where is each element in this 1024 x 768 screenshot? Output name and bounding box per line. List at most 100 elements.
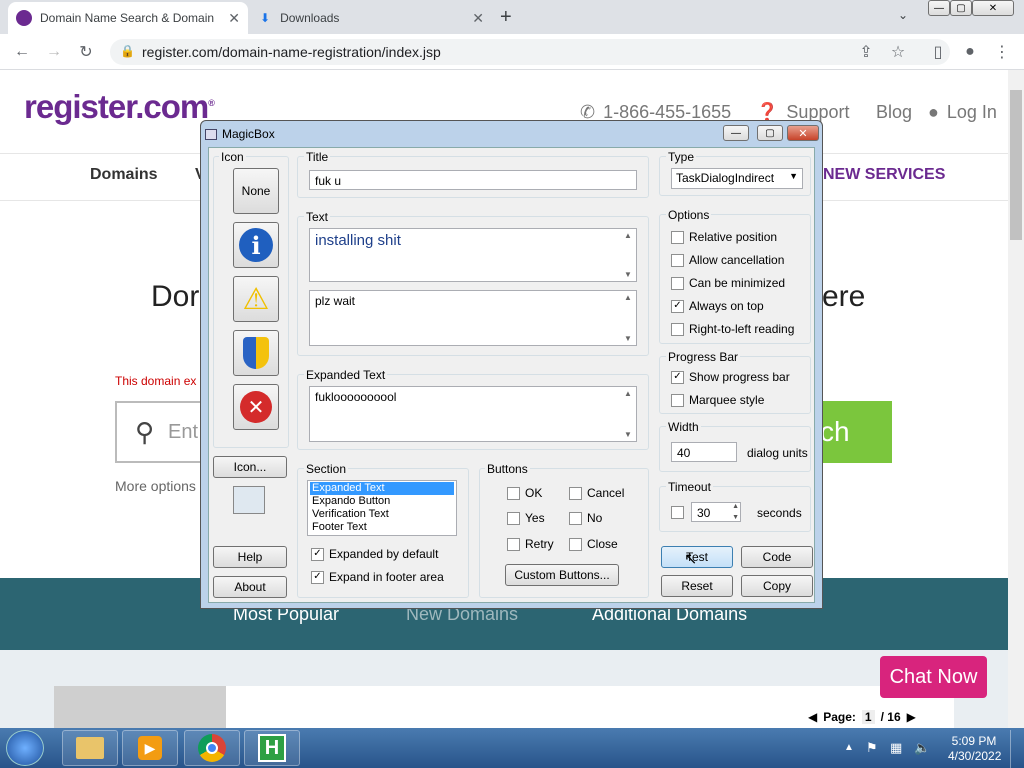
can-minimize-checkbox[interactable]: Can be minimized <box>671 276 785 290</box>
clock[interactable]: 5:09 PM 4/30/2022 <box>948 734 1001 764</box>
start-button[interactable] <box>6 730 44 766</box>
dialog-titlebar[interactable]: MagicBox <box>205 124 275 144</box>
expand-footer-checkbox[interactable]: ✓ Expand in footer area <box>311 570 444 584</box>
new-tab-button[interactable]: + <box>500 6 512 29</box>
explorer-icon[interactable] <box>62 730 118 766</box>
chrome-icon[interactable] <box>184 730 240 766</box>
scroll-up-icon[interactable]: ▲ <box>622 293 634 302</box>
reset-button[interactable]: Reset <box>661 575 733 597</box>
rtl-reading-checkbox[interactable]: Right-to-left reading <box>671 322 794 336</box>
no-checkbox[interactable]: No <box>569 511 602 525</box>
relative-position-checkbox[interactable]: Relative position <box>671 230 777 244</box>
title-field[interactable]: fuk u <box>309 170 637 190</box>
section-item-selected[interactable]: Expanded Text <box>310 482 454 495</box>
tab-downloads[interactable]: ⬇ Downloads ✕ <box>252 2 492 34</box>
more-options-link[interactable]: More options <box>115 478 196 494</box>
network-icon[interactable]: ▦ <box>890 740 902 756</box>
warning-icon[interactable]: ⚠ <box>233 276 279 322</box>
back-icon[interactable]: ← <box>10 40 34 64</box>
media-player-icon[interactable]: ▶ <box>122 730 178 766</box>
share-icon[interactable]: ⇪ <box>854 40 878 64</box>
blog-link[interactable]: Blog <box>876 102 912 123</box>
scroll-up-icon[interactable]: ▲ <box>622 231 634 240</box>
forward-icon[interactable]: → <box>42 40 66 64</box>
minimize-button[interactable]: — <box>928 0 950 16</box>
checkbox-label: Relative position <box>689 230 778 244</box>
page-scrollbar-thumb[interactable] <box>1010 90 1022 240</box>
tray-expand-icon[interactable]: ▲ <box>844 742 854 753</box>
address-bar[interactable]: 🔒 register.com/domain-name-registration/… <box>110 39 950 65</box>
tab-register[interactable]: Domain Name Search & Domain ✕ <box>8 2 248 34</box>
search-input[interactable]: ⚲ Ent <box>115 401 205 463</box>
code-button[interactable]: Code <box>741 546 813 568</box>
search-button[interactable]: ch <box>818 401 892 463</box>
show-desktop-button[interactable] <box>1010 730 1024 768</box>
scroll-down-icon[interactable]: ▼ <box>622 430 634 439</box>
side-panel-icon[interactable]: ▯ <box>926 40 950 64</box>
spin-up-icon[interactable]: ▲ <box>732 503 739 510</box>
tab-search-icon[interactable]: ⌄ <box>898 8 908 22</box>
next-page-icon[interactable]: ▶ <box>907 710 916 724</box>
tray-flag-icon[interactable]: ⚑ <box>866 740 878 756</box>
section-item[interactable]: Footer Text <box>310 521 454 534</box>
shield-icon[interactable] <box>233 330 279 376</box>
scroll-down-icon[interactable]: ▼ <box>622 270 634 279</box>
main-instruction-field[interactable]: installing shit ▲ ▼ <box>309 228 637 282</box>
close-button[interactable]: ✕ <box>972 0 1014 16</box>
ok-checkbox[interactable]: OK <box>507 486 542 500</box>
marquee-checkbox[interactable]: Marquee style <box>671 393 764 407</box>
yes-checkbox[interactable]: Yes <box>507 511 545 525</box>
bookmark-star-icon[interactable]: ☆ <box>886 40 910 64</box>
maximize-button[interactable]: ▢ <box>950 0 972 16</box>
cancel-checkbox[interactable]: Cancel <box>569 486 624 500</box>
pager-current[interactable]: 1 <box>861 710 875 724</box>
retry-checkbox[interactable]: Retry <box>507 537 554 551</box>
timeout-checkbox[interactable] <box>671 506 684 519</box>
nav-new-services[interactable]: NEW SERVICES <box>823 166 945 184</box>
timeout-unit-label: seconds <box>757 506 802 520</box>
show-progress-checkbox[interactable]: ✓ Show progress bar <box>671 370 790 384</box>
reload-icon[interactable]: ↻ <box>74 40 98 64</box>
help-button[interactable]: Help <box>213 546 287 568</box>
profile-icon[interactable]: ● <box>958 40 982 64</box>
scroll-down-icon[interactable]: ▼ <box>622 334 634 343</box>
copy-button[interactable]: Copy <box>741 575 813 597</box>
icon-none-button[interactable]: None <box>233 168 279 214</box>
scroll-up-icon[interactable]: ▲ <box>622 389 634 398</box>
chat-now-button[interactable]: Chat Now <box>880 656 987 698</box>
magicbox-app-icon[interactable]: H <box>244 730 300 766</box>
info-icon[interactable]: i <box>233 222 279 268</box>
tab-close-icon[interactable]: ✕ <box>472 10 484 27</box>
checkbox-label: No <box>587 511 603 525</box>
section-list[interactable]: Expanded Text Expando Button Verificatio… <box>307 480 457 536</box>
allow-cancellation-checkbox[interactable]: Allow cancellation <box>671 253 784 267</box>
site-logo[interactable]: register.com® <box>24 88 215 126</box>
custom-buttons-button[interactable]: Custom Buttons... <box>505 564 619 586</box>
expanded-default-checkbox[interactable]: ✓ Expanded by default <box>311 547 438 561</box>
about-button[interactable]: About <box>213 576 287 598</box>
dialog-close-button[interactable]: ✕ <box>787 125 819 141</box>
options-group-label: Options <box>666 208 712 222</box>
error-icon[interactable]: ✕ <box>233 384 279 430</box>
expanded-text-field[interactable]: fukloooooooool ▲ ▼ <box>309 386 637 442</box>
always-on-top-checkbox[interactable]: ✓ Always on top <box>671 299 764 313</box>
nav-domains[interactable]: Domains <box>90 166 158 184</box>
icon-select-button[interactable]: Icon... <box>213 456 287 478</box>
content-field[interactable]: plz wait ▲ ▼ <box>309 290 637 346</box>
width-group-label: Width <box>666 420 701 434</box>
width-field[interactable]: 40 <box>671 442 737 462</box>
section-item[interactable]: Expando Button <box>310 495 454 508</box>
volume-icon[interactable]: 🔈 <box>914 740 930 756</box>
section-item[interactable]: Verification Text <box>310 508 454 521</box>
spin-down-icon[interactable]: ▼ <box>732 514 739 521</box>
checkmark-icon: ✓ <box>311 570 324 584</box>
dialog-maximize-button[interactable]: ▢ <box>757 125 783 141</box>
type-dropdown[interactable]: TaskDialogIndirect ▼ <box>671 168 803 189</box>
close-checkbox[interactable]: Close <box>569 537 618 551</box>
dialog-minimize-button[interactable]: — <box>723 125 749 141</box>
menu-icon[interactable]: ⋮ <box>990 40 1014 64</box>
login-link[interactable]: ● Log In <box>928 102 997 123</box>
tab-close-icon[interactable]: ✕ <box>228 10 240 27</box>
timeout-field[interactable]: 30 ▲ ▼ <box>691 502 741 522</box>
prev-page-icon[interactable]: ◀ <box>808 710 817 724</box>
